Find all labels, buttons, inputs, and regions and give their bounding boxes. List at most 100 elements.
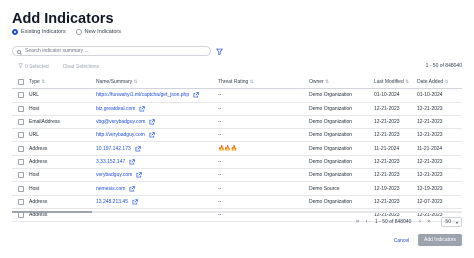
- next-page-icon[interactable]: ›: [415, 218, 424, 227]
- indicator-link[interactable]: 3.33.152.147: [96, 159, 125, 165]
- cell-name: 10.197.142.173: [96, 142, 141, 154]
- row-checkbox[interactable]: [18, 182, 24, 194]
- row-checkbox[interactable]: [18, 169, 24, 181]
- horizontal-scrollbar[interactable]: [12, 211, 462, 213]
- external-link-icon[interactable]: [139, 106, 146, 112]
- row-checkbox[interactable]: [18, 89, 24, 101]
- indicator-link[interactable]: 13.248.213.45: [96, 199, 128, 205]
- cell-type: Host: [29, 105, 40, 112]
- cell-type: URL: [29, 92, 40, 99]
- cell-last-modified: 12-21-2023: [374, 198, 400, 205]
- column-header-rating-label: Threat Rating: [218, 79, 249, 86]
- table-row[interactable]: Host verybadguy.com -- Demo Organization 12-…: [12, 169, 462, 183]
- cell-owner: Demo Source: [309, 185, 340, 192]
- selected-count: 0 Selected: [18, 63, 49, 70]
- indicator-link[interactable]: https://funwahyi1.ml/captcha/get_json.ph…: [96, 92, 189, 98]
- cell-owner: Demo Organization: [309, 105, 353, 112]
- column-header-name-label: Name/Summary: [96, 79, 133, 86]
- indicator-link[interactable]: nemesis.com: [96, 186, 125, 192]
- checkbox-icon[interactable]: [18, 92, 24, 99]
- table-row[interactable]: Host nemesis.com -- Demo Source 12-19-2023 12…: [12, 182, 462, 196]
- radio-existing-indicators[interactable]: Existing Indicators: [12, 29, 66, 35]
- checkbox-icon[interactable]: [18, 198, 24, 205]
- dialog-title: Add Indicators: [12, 11, 114, 27]
- table-row[interactable]: URL http://verybadguy.com -- Demo Organizat…: [12, 129, 462, 143]
- checkbox-icon[interactable]: [18, 119, 24, 126]
- filter-button[interactable]: [214, 46, 224, 56]
- page-size-value: 50: [445, 219, 451, 225]
- table-row[interactable]: Host biz.greatdeal.com -- Demo Organization…: [12, 103, 462, 116]
- filter-icon: [215, 42, 223, 60]
- table-header-row: Type ⇅ Name/Summary ⇅ Threat Rating ⇅ Owner…: [12, 76, 462, 90]
- column-header-type[interactable]: Type ⇅: [29, 76, 45, 88]
- table-row[interactable]: EmailAddress vbg@verybadguy.com -- Demo Org…: [12, 116, 462, 130]
- external-link-icon[interactable]: [132, 199, 138, 205]
- checkbox-icon[interactable]: [18, 79, 24, 86]
- indicator-link[interactable]: biz.greatdeal.com: [96, 106, 135, 112]
- column-header-owner[interactable]: Owner ⇅: [309, 76, 329, 88]
- row-checkbox[interactable]: [18, 142, 24, 154]
- cell-date-added: 12-21-2023: [417, 158, 443, 165]
- external-link-icon[interactable]: [129, 185, 136, 192]
- radio-existing-label: Existing Indicators: [21, 29, 66, 35]
- external-link-icon[interactable]: [136, 172, 143, 178]
- prev-page-icon[interactable]: ‹: [362, 218, 371, 227]
- cell-owner: Demo Organization: [309, 172, 353, 179]
- cell-type: Address: [29, 145, 48, 152]
- checkbox-icon[interactable]: [18, 212, 24, 219]
- cell-last-modified: 12-21-2023: [374, 105, 400, 112]
- row-checkbox[interactable]: [18, 129, 24, 141]
- cell-name: vbg@verybadguy.com: [96, 116, 156, 128]
- checkbox-icon[interactable]: [18, 105, 24, 112]
- external-link-icon[interactable]: [135, 145, 141, 152]
- table-row[interactable]: URL https://funwahyi1.ml/captcha/get_json…: [12, 89, 462, 103]
- cell-last-modified: 12-21-2023: [374, 132, 400, 139]
- row-checkbox[interactable]: [18, 103, 24, 115]
- first-page-icon[interactable]: «: [353, 218, 362, 227]
- cell-owner: Demo Organization: [309, 198, 353, 205]
- sort-icon: ⇅: [444, 79, 449, 85]
- cell-owner: Demo Organization: [309, 119, 353, 126]
- selected-count-label: 0 Selected: [25, 63, 49, 70]
- external-link-icon[interactable]: [129, 159, 135, 165]
- checkbox-icon[interactable]: [18, 145, 24, 152]
- table-row[interactable]: Address 10.197.142.173 🔥🔥🔥 Demo Organizatio…: [12, 142, 462, 156]
- search-input[interactable]: [25, 48, 205, 54]
- external-link-icon[interactable]: [149, 132, 155, 138]
- checkbox-icon[interactable]: [18, 172, 24, 179]
- clear-selections-button[interactable]: Clear Selections: [63, 63, 99, 70]
- last-page-icon[interactable]: »: [424, 218, 433, 227]
- table-row[interactable]: Address 3.33.152.147 -- Demo Organization 12…: [12, 156, 462, 170]
- column-header-modified[interactable]: Last Modified ⇅: [374, 76, 409, 88]
- selection-toolbar: 0 Selected Clear Selections: [18, 63, 113, 70]
- cell-threat-rating: --: [218, 198, 222, 205]
- radio-selected-icon[interactable]: [12, 29, 18, 35]
- table-row[interactable]: Address 13.248.213.45 -- Demo Organization 1…: [12, 196, 462, 209]
- indicator-link[interactable]: verybadguy.com: [96, 172, 132, 178]
- column-header-rating[interactable]: Threat Rating ⇅: [218, 76, 254, 88]
- scrollbar-thumb[interactable]: [12, 211, 92, 213]
- sort-icon: ⇅: [405, 79, 410, 85]
- indicator-link[interactable]: http://verybadguy.com: [96, 132, 145, 138]
- cell-last-modified: 12-21-2023: [374, 119, 400, 126]
- filter-small-icon: [18, 63, 23, 70]
- cell-type: Address: [29, 158, 48, 165]
- column-header-name[interactable]: Name/Summary ⇅: [96, 76, 137, 88]
- select-all-checkbox[interactable]: [18, 76, 24, 88]
- checkbox-icon[interactable]: [18, 158, 24, 165]
- row-checkbox[interactable]: [18, 156, 24, 168]
- indicator-link[interactable]: vbg@verybadguy.com: [96, 119, 145, 125]
- column-header-added[interactable]: Date Added ⇅: [417, 76, 448, 88]
- indicator-link[interactable]: 10.197.142.173: [96, 146, 131, 152]
- add-indicators-button[interactable]: Add Indicators: [418, 234, 462, 246]
- checkbox-icon[interactable]: [18, 185, 24, 192]
- page-size-select[interactable]: 50 ▾: [441, 217, 462, 227]
- row-checkbox[interactable]: [18, 116, 24, 128]
- row-checkbox[interactable]: [18, 196, 24, 208]
- external-link-icon[interactable]: [193, 92, 199, 98]
- external-link-icon[interactable]: [149, 119, 156, 125]
- radio-unselected-icon[interactable]: [75, 29, 82, 35]
- cancel-button[interactable]: Cancel: [390, 235, 413, 246]
- checkbox-icon[interactable]: [18, 132, 24, 139]
- radio-new-indicators[interactable]: New Indicators: [75, 29, 121, 35]
